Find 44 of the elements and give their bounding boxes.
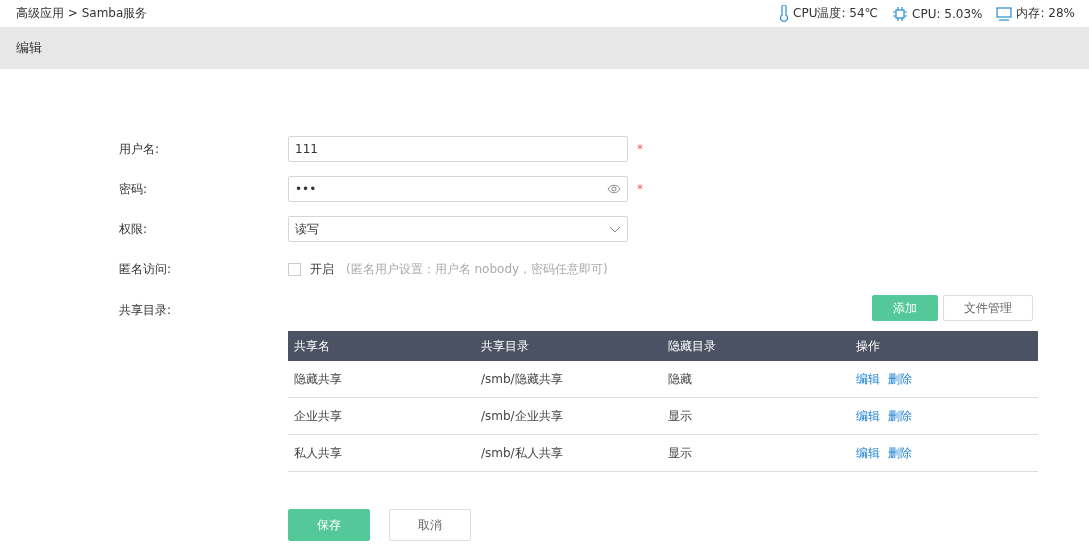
permission-select[interactable]: 读写 [288,216,628,242]
delete-link[interactable]: 删除 [888,370,912,388]
chevron-down-icon [609,225,621,233]
chip-icon [892,5,909,22]
field-label: 密码: [119,180,149,198]
thermometer-icon [779,5,790,22]
table-cell: /smb/企业共享 [475,398,662,435]
file-manage-button[interactable]: 文件管理 [943,295,1033,321]
status-reading: CPU温度: 54℃ [793,5,879,22]
table-cell: 企业共享 [288,398,475,435]
required-mark: * [637,182,643,196]
password-field[interactable]: ••• [288,176,628,202]
delete-link[interactable]: 删除 [888,407,912,425]
table-cell: 显示 [662,398,850,435]
field-label: 共享目录: [119,302,173,319]
table-cell: 隐藏 [662,361,850,398]
checkbox[interactable] [288,262,301,276]
monitor-icon [996,6,1013,21]
status-reading: CPU: 5.03% [912,6,983,21]
table-cell: 显示 [662,435,850,472]
table-cell: 私人共享 [288,435,475,472]
breadcrumb: 高级应用 > Samba服务 [16,5,148,22]
page-title: 编辑 [16,39,42,57]
column-header: 共享目录 [475,331,662,361]
field-label: 权限: [119,220,149,238]
checkbox-label: 开启 [310,260,334,278]
column-header: 共享名 [288,331,475,361]
field-label: 匿名访问: [119,260,173,278]
column-header: 操作 [850,331,1038,361]
required-mark: * [637,142,643,156]
table-cell: 隐藏共享 [288,361,475,398]
delete-link[interactable]: 删除 [888,444,912,462]
eye-icon[interactable] [607,184,621,194]
username-field[interactable]: 111 [288,136,628,162]
status-reading: 内存: 28% [1016,5,1075,22]
table-cell: /smb/隐藏共享 [475,361,662,398]
table-cell: /smb/私人共享 [475,435,662,472]
edit-link[interactable]: 编辑 [856,370,880,388]
cancel-button[interactable]: 取消 [389,509,471,541]
edit-link[interactable]: 编辑 [856,444,880,462]
hint-text: (匿名用户设置：用户名 nobody，密码任意即可) [346,260,608,278]
field-label: 用户名: [119,140,161,158]
column-header: 隐藏目录 [662,331,850,361]
edit-link[interactable]: 编辑 [856,407,880,425]
